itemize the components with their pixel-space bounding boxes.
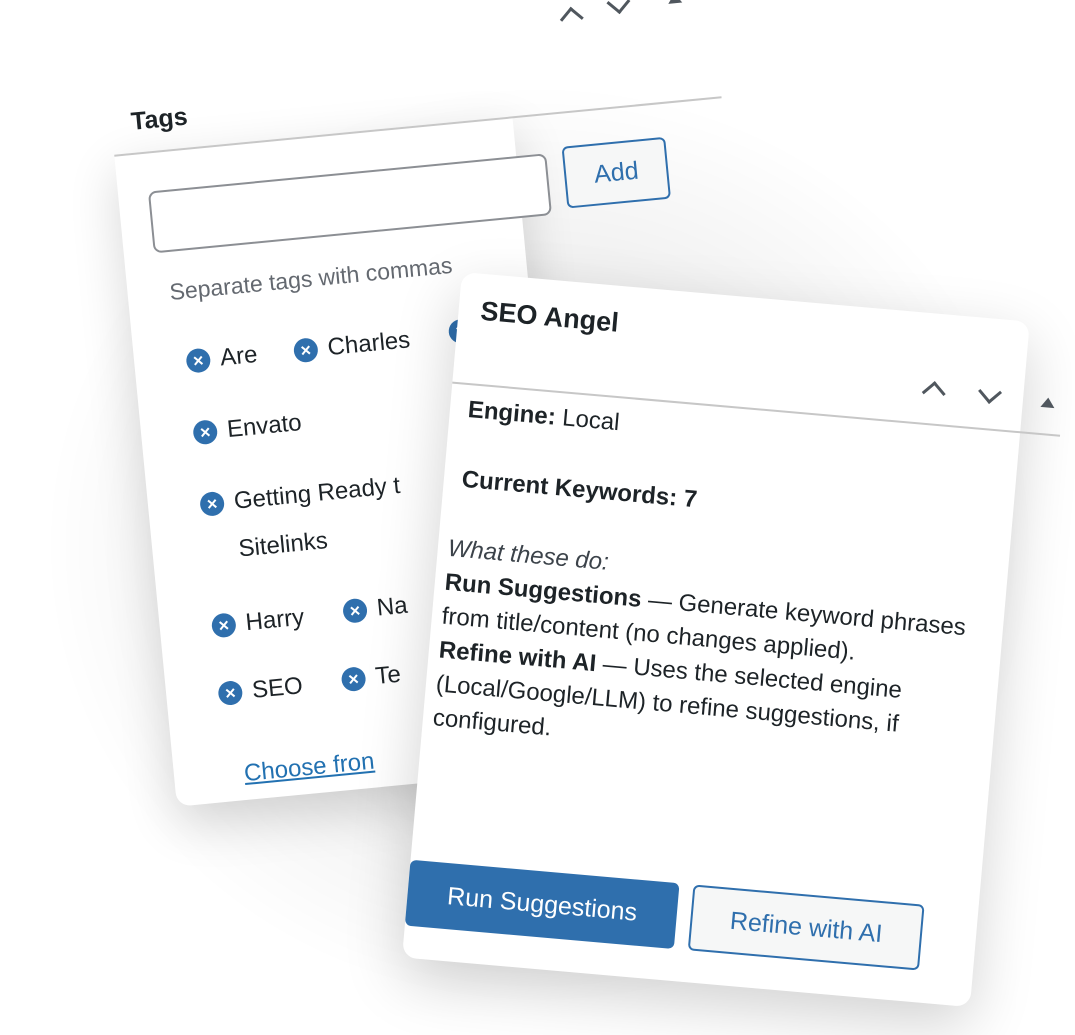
remove-tag-icon[interactable]: × [185, 347, 212, 374]
tag-label: Te [374, 660, 402, 691]
tag-label: SEO [250, 672, 304, 704]
tag-label: Harry [244, 603, 306, 637]
tags-title: Tags [129, 102, 189, 136]
refine-term: Refine with AI [437, 636, 598, 678]
seo-title: SEO Angel [479, 295, 621, 338]
toggle-panel-icon[interactable] [1040, 389, 1056, 412]
screenshot-scene: Tags Add Separate tags with commas × Are… [0, 0, 1075, 1035]
remove-tag-icon[interactable]: × [192, 419, 219, 446]
tag-label: Na [375, 591, 409, 622]
add-tag-button[interactable]: Add [561, 136, 671, 209]
tag-item: × Te [340, 661, 402, 695]
toggle-panel-icon[interactable] [667, 0, 683, 8]
seo-angel-panel: SEO Angel Engine: Local Current Keywords… [399, 272, 1070, 1035]
remove-tag-icon[interactable]: × [199, 490, 226, 518]
remove-tag-icon[interactable]: × [341, 597, 369, 624]
move-down-icon[interactable] [978, 380, 1003, 405]
move-down-icon[interactable] [606, 0, 631, 15]
move-up-icon[interactable] [921, 381, 946, 406]
remove-tag-icon[interactable]: × [210, 612, 237, 639]
tag-label: Are [218, 340, 259, 372]
engine-value: Local [561, 404, 621, 437]
remove-tag-icon[interactable]: × [217, 679, 244, 707]
remove-tag-icon[interactable]: × [340, 666, 367, 693]
engine-label: Engine: [466, 396, 557, 431]
remove-tag-icon[interactable]: × [292, 337, 319, 364]
move-up-icon[interactable] [559, 6, 584, 32]
